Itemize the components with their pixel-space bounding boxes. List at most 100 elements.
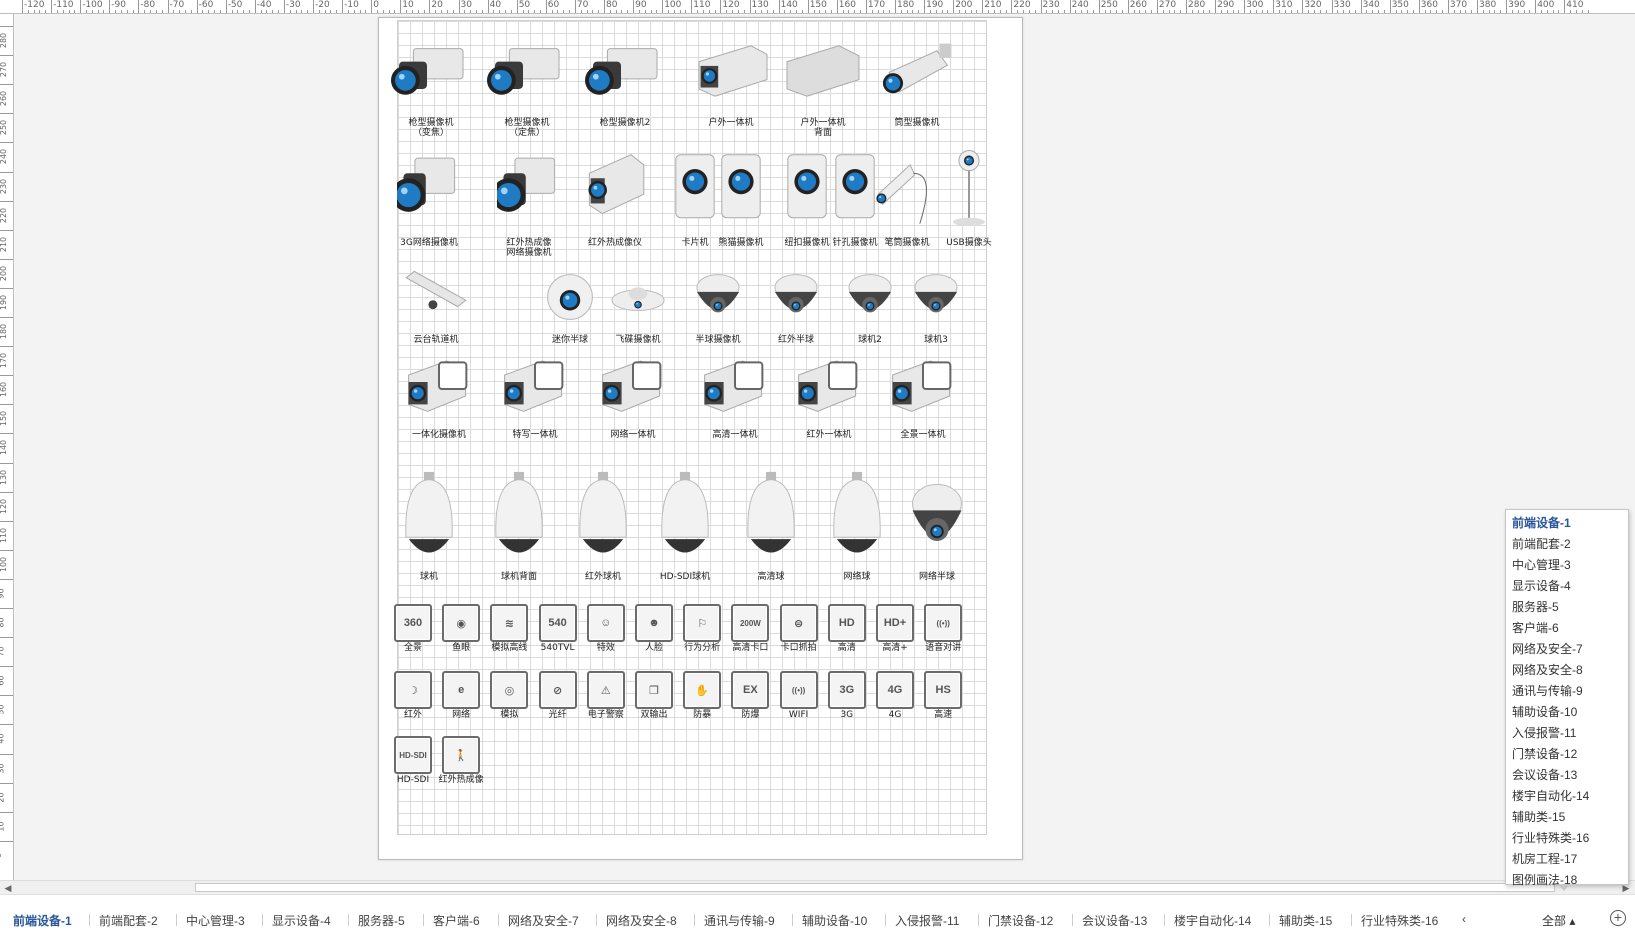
stencil-shape[interactable]: 360 全景 [388,604,438,653]
stencil-shape[interactable]: 红外半球 [757,265,835,345]
page-list-item[interactable]: 网络及安全-7 [1506,639,1628,660]
stencil-shape[interactable]: 3G网络摄像机 [389,148,469,248]
stencil-shape[interactable]: ☺ 特效 [581,604,631,653]
stencil-shape[interactable]: HD 高清 [822,604,872,653]
page-list-item[interactable]: 行业特殊类-16 [1506,828,1628,849]
stencil-shape[interactable]: ◎ 模拟 [484,671,534,720]
drawing-canvas[interactable]: 枪型摄像机 （变焦） 枪型摄像机 （定焦） 枪型摄像机2 户外一体机 户外一体机 … [15,15,1635,880]
page-tab[interactable]: 前端配套-2 [99,912,158,929]
ruler-tick [1331,0,1333,13]
page-tab[interactable]: 行业特殊类-16 [1361,912,1438,929]
stencil-shape[interactable]: 红外球机 [559,470,647,582]
page-list-item[interactable]: 客户端-6 [1506,618,1628,639]
page-list-item[interactable]: 服务器-5 [1506,597,1628,618]
page-list-item[interactable]: 通讯与传输-9 [1506,681,1628,702]
stencil-shape[interactable]: 筒型摄像机 [869,40,965,128]
stencil-shape[interactable]: ⊘ 光纤 [533,671,583,720]
all-pages-button[interactable]: 全部 ▴ [1542,912,1575,929]
stencil-shape[interactable]: ◉ 鱼眼 [436,604,486,653]
page-tab[interactable]: 通讯与传输-9 [704,912,775,929]
stencil-shape[interactable]: 球机3 [897,265,975,345]
stencil-shape[interactable]: 云台轨道机 [397,265,475,345]
page-list-item[interactable]: 中心管理-3 [1506,555,1628,576]
horizontal-scrollbar[interactable]: ◀ ▶ [0,880,1635,894]
stencil-shape[interactable]: 🚶 红外热成像 [436,736,486,785]
stencil-shape[interactable]: 户外一体机 [683,40,779,128]
stencil-shape[interactable]: 4G 4G [870,671,920,720]
stencil-shape[interactable]: 网络球 [813,470,901,582]
page-list-item[interactable]: 辅助类-15 [1506,807,1628,828]
stencil-shape[interactable]: ⊜ 卡口抓拍 [774,604,824,653]
stencil-shape[interactable]: EX 防爆 [725,671,775,720]
stencil-shape[interactable]: ☻ 人脸 [629,604,679,653]
page-tab[interactable]: 入侵报警-11 [895,912,959,929]
ruler-tick [138,0,140,13]
page-list-item[interactable]: 门禁设备-12 [1506,744,1628,765]
stencil-shape[interactable]: ✋ 防暴 [677,671,727,720]
stencil-shape[interactable]: HS 高速 [918,671,968,720]
stencil-shape[interactable]: 200W 高清卡口 [725,604,775,653]
stencil-shape[interactable]: 户外一体机 背面 [775,40,871,138]
page-list-item[interactable]: 楼宇自动化-14 [1506,786,1628,807]
stencil-shape[interactable]: ≋ 模拟高线 [484,604,534,653]
stencil-shape[interactable]: ((•)) WIFI [774,671,824,720]
stencil-shape[interactable]: 枪型摄像机 （变焦） [383,40,479,138]
page-tab[interactable]: 辅助设备-10 [802,912,867,929]
stencil-shape[interactable]: 一体化摄像机 [393,354,485,440]
stencil-shape[interactable]: 半球摄像机 [679,265,757,345]
stencil-shape[interactable]: 飞碟摄像机 [599,265,677,345]
page-list-item[interactable]: 前端配套-2 [1506,534,1628,555]
stencil-shape[interactable]: 红外热成像仪 [575,148,655,248]
stencil-shape[interactable]: ☽ 红外 [388,671,438,720]
scrollbar-thumb[interactable] [195,883,1555,892]
page-tab[interactable]: 门禁设备-12 [988,912,1053,929]
stencil-shape[interactable]: 红外热成像 网络摄像机 [489,148,569,258]
stencil-shape[interactable]: 网络一体机 [587,354,679,440]
add-page-icon[interactable]: + [1610,910,1626,926]
stencil-shape[interactable]: 球机 [385,470,473,582]
stencil-shape[interactable]: e 网络 [436,671,486,720]
stencil-shape[interactable]: USB摄像头 [929,148,1009,248]
scroll-left-icon[interactable]: ◀ [2,882,14,894]
stencil-shape[interactable]: ((•)) 语音对讲 [918,604,968,653]
page-list-item[interactable]: 机房工程-17 [1506,849,1628,870]
stencil-shape[interactable]: 迷你半球 [531,265,609,345]
stencil-shape[interactable]: 540 540TVL [533,604,583,653]
page-tab[interactable]: 辅助类-15 [1279,912,1332,929]
page-list-item[interactable]: 网络及安全-8 [1506,660,1628,681]
page-tab[interactable]: 楼宇自动化-14 [1174,912,1251,929]
stencil-shape[interactable]: 枪型摄像机2 [577,40,673,128]
stencil-shape[interactable]: 3G 3G [822,671,872,720]
drawing-page[interactable]: 枪型摄像机 （变焦） 枪型摄像机 （定焦） 枪型摄像机2 户外一体机 户外一体机 … [378,17,1023,860]
stencil-shape[interactable]: 高清一体机 [689,354,781,440]
ruler-minor-tick [1023,10,1025,13]
page-tab[interactable]: 服务器-5 [358,912,405,929]
page-list-item[interactable]: 会议设备-13 [1506,765,1628,786]
stencil-shape[interactable]: ⚐ 行为分析 [677,604,727,653]
page-tab[interactable]: 会议设备-13 [1082,912,1147,929]
stencil-shape[interactable]: 红外一体机 [783,354,875,440]
stencil-shape[interactable]: 枪型摄像机 （定焦） [479,40,575,138]
page-list-item[interactable]: 显示设备-4 [1506,576,1628,597]
page-tab[interactable]: 客户端-6 [433,912,480,929]
tab-overflow-icon[interactable]: ‹ [1462,912,1466,926]
stencil-shape[interactable]: 全景一体机 [877,354,969,440]
stencil-shape[interactable]: HD+ 高清+ [870,604,920,653]
stencil-shape[interactable]: ❐ 双输出 [629,671,679,720]
stencil-shape[interactable]: HD-SDI HD-SDI [388,736,438,785]
page-tab[interactable]: 中心管理-3 [186,912,245,929]
stencil-shape[interactable]: 球机背面 [475,470,563,582]
stencil-shape[interactable]: 高清球 [727,470,815,582]
page-tab[interactable]: 网络及安全-8 [606,912,677,929]
page-list-item[interactable]: 前端设备-1 [1506,513,1628,534]
page-list-item[interactable]: 辅助设备-10 [1506,702,1628,723]
page-list-item[interactable]: 入侵报警-11 [1506,723,1628,744]
page-tab[interactable]: 网络及安全-7 [508,912,579,929]
page-tab[interactable]: 前端设备-1 [13,912,72,929]
ruler-tick [1040,0,1042,13]
stencil-shape[interactable]: 网络半球 [893,470,981,582]
page-tab[interactable]: 显示设备-4 [272,912,331,929]
stencil-shape[interactable]: HD-SDI球机 [641,470,729,582]
stencil-shape[interactable]: 特写一体机 [489,354,581,440]
stencil-shape[interactable]: ⚠ 电子警察 [581,671,631,720]
